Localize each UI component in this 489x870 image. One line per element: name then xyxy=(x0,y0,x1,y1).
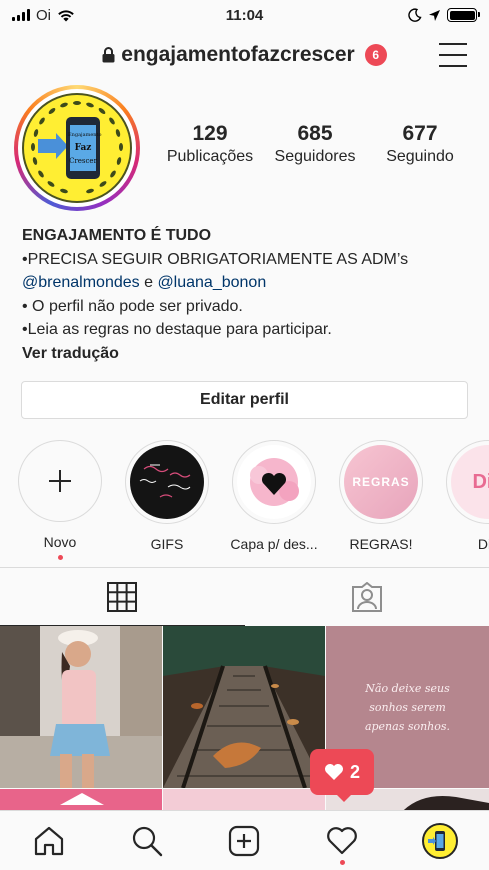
avatar-text: Engajamento Faz Crescer xyxy=(68,129,102,168)
highlight-gifs[interactable]: GIFS xyxy=(125,440,209,560)
notification-badge: 6 xyxy=(364,44,387,66)
post-image-bridge xyxy=(163,626,325,788)
highlight-thumb xyxy=(130,445,204,519)
mention-link[interactable]: @brenalmondes xyxy=(22,274,140,291)
lock-icon xyxy=(102,47,115,63)
profile-name: ENGAJAMENTO É TUDO xyxy=(22,227,212,244)
moon-icon xyxy=(408,8,422,22)
mention-link[interactable]: @luana_bonon xyxy=(157,274,266,291)
tab-grid[interactable] xyxy=(0,568,245,626)
profile-tabs xyxy=(0,567,489,626)
username-title: engajamentofazcrescer xyxy=(121,43,355,66)
highlight-thumb: Dic xyxy=(451,445,489,519)
bottom-navigation xyxy=(0,810,489,870)
see-translation-link[interactable]: Ver tradução xyxy=(22,342,472,366)
stat-label: Seguindo xyxy=(386,148,454,165)
highlight-new[interactable]: Novo xyxy=(18,440,102,560)
tagged-user-icon xyxy=(351,581,382,612)
gifs-thumb-art xyxy=(139,464,191,498)
bio-line: •Leia as regras no destaque para partici… xyxy=(22,321,332,338)
status-time: 11:04 xyxy=(225,6,264,24)
nav-search[interactable] xyxy=(117,811,177,870)
profile-stats: 129 Publicações 685 Seguidores 677 Segui… xyxy=(160,122,470,166)
highlight-circle xyxy=(18,440,102,523)
highlight-thumb: REGRAS xyxy=(344,445,418,519)
grid-icon xyxy=(107,581,138,612)
location-arrow-icon xyxy=(429,9,440,21)
highlight-capa[interactable]: Capa p/ des... xyxy=(230,440,318,560)
story-highlights: Novo GIFS Capa p/ des... REGRAS REGRAS! … xyxy=(18,440,489,560)
post-image-woman xyxy=(0,626,162,788)
post-thumb[interactable] xyxy=(163,626,325,788)
nav-activity[interactable] xyxy=(312,811,372,870)
nav-new-post[interactable] xyxy=(214,811,274,870)
highlight-circle: Dic xyxy=(446,440,489,524)
bio-mentions-line: @brenalmondes e @luana_bonon xyxy=(22,271,472,295)
status-left: Oi xyxy=(12,7,75,24)
stat-followers[interactable]: 685 Seguidores xyxy=(265,122,365,166)
status-right xyxy=(408,8,480,22)
search-icon xyxy=(132,826,162,856)
status-bar: Oi 11:04 xyxy=(0,0,489,30)
nav-home[interactable] xyxy=(19,811,79,870)
menu-icon[interactable] xyxy=(439,43,467,67)
highlight-label: GIFS xyxy=(150,536,184,552)
username-switcher[interactable]: engajamentofazcrescer 6 xyxy=(102,43,387,67)
stat-value: 129 xyxy=(192,122,228,145)
tab-tagged[interactable] xyxy=(245,568,489,625)
heart-thumb-art xyxy=(250,458,299,506)
new-dot xyxy=(57,555,63,560)
thumb-text: Dic xyxy=(472,470,489,493)
battery-icon xyxy=(447,8,480,22)
bio-line: •PRECISA SEGUIR OBRIGATORIAMENTE AS ADM’… xyxy=(22,250,409,268)
thumb-text: REGRAS xyxy=(352,475,410,489)
highlight-label: Novo xyxy=(43,534,77,551)
stat-value: 685 xyxy=(297,122,333,145)
highlight-regras[interactable]: REGRAS REGRAS! xyxy=(339,440,423,560)
highlight-label: REGRAS! xyxy=(349,536,413,552)
avatar-text-line: Crescer xyxy=(69,157,97,165)
stat-label: Publicações xyxy=(166,148,254,165)
avatar-text-line: Engajamento xyxy=(68,132,102,138)
stat-value: 677 xyxy=(402,122,438,145)
heart-icon xyxy=(324,764,343,780)
heart-outline-icon xyxy=(327,826,358,854)
highlight-label: Capa p/ des... xyxy=(230,536,318,552)
highlight-circle xyxy=(125,440,209,524)
profile-avatar[interactable]: Engajamento Faz Crescer xyxy=(14,85,140,211)
post-thumb[interactable] xyxy=(0,789,162,810)
like-count: 2 xyxy=(349,761,360,782)
highlight-thumb xyxy=(237,445,311,519)
bio-line: • O perfil não pode ser privado. xyxy=(22,297,243,315)
activity-dot xyxy=(339,859,345,865)
home-icon xyxy=(34,826,63,855)
post-image-partial xyxy=(60,793,104,805)
edit-profile-button[interactable]: Editar perfil xyxy=(21,381,468,419)
highlight-dicas[interactable]: Dic Dic xyxy=(446,440,489,560)
nav-profile[interactable] xyxy=(410,811,470,870)
highlight-circle: REGRAS xyxy=(339,440,423,524)
highlight-circle xyxy=(232,440,316,524)
signal-icon xyxy=(12,9,30,21)
profile-header-bar: engajamentofazcrescer 6 xyxy=(0,30,489,80)
highlight-label: Dic xyxy=(477,536,489,552)
activity-like-popup[interactable]: 2 xyxy=(310,749,374,802)
posts-grid: Não deixe seus sonhos serem apenas sonho… xyxy=(0,626,489,810)
profile-bio: ENGAJAMENTO É TUDO •PRECISA SEGUIR OBRIG… xyxy=(22,224,472,365)
wifi-icon xyxy=(58,9,74,21)
stat-label: Seguidores xyxy=(274,148,356,165)
post-quote-text: Não deixe seus sonhos serem apenas sonho… xyxy=(364,681,451,733)
stat-following[interactable]: 677 Seguindo xyxy=(370,122,470,166)
bio-conjunction: e xyxy=(139,274,158,291)
profile-mini-icon xyxy=(428,830,446,851)
plus-icon xyxy=(49,470,71,493)
post-thumb[interactable] xyxy=(0,626,162,788)
add-post-icon xyxy=(229,825,260,856)
carrier-label: Oi xyxy=(36,6,51,24)
stat-posts[interactable]: 129 Publicações xyxy=(160,122,260,166)
avatar-text-line: Faz xyxy=(74,143,92,153)
post-thumb[interactable] xyxy=(163,789,325,810)
avatar xyxy=(422,822,459,859)
avatar-image: Engajamento Faz Crescer xyxy=(22,93,132,203)
